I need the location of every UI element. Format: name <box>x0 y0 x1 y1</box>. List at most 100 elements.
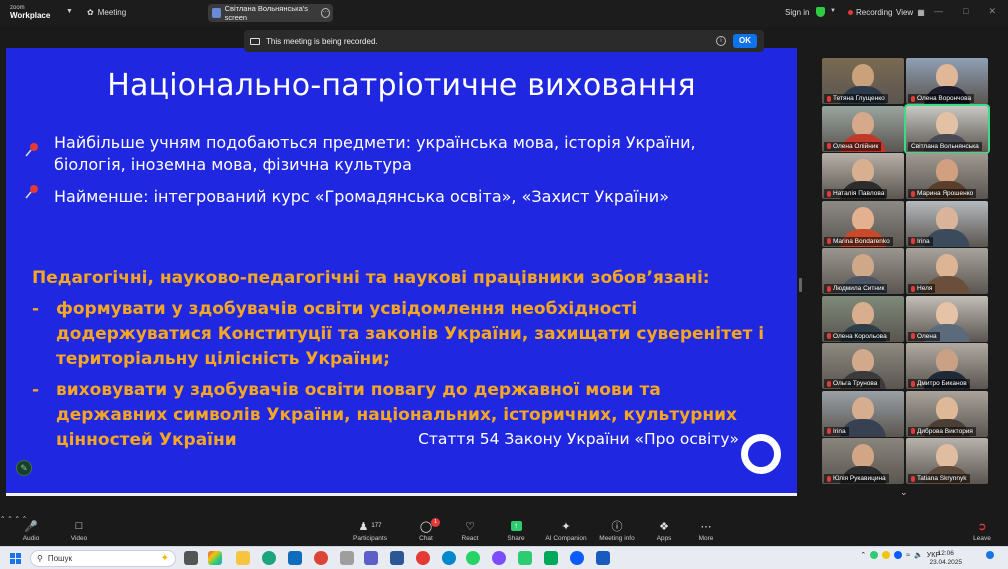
chevron-down-icon[interactable]: ⌄ <box>900 487 908 498</box>
windows-start-icon[interactable] <box>10 553 21 564</box>
ai-companion-button[interactable]: ✦ AI Companion <box>544 518 588 543</box>
pushpin-icon <box>25 143 38 157</box>
clock-date: 23.04.2025 <box>929 559 962 566</box>
panel-splitter-handle[interactable] <box>799 278 802 292</box>
chevron-up-icon[interactable]: ⌃ <box>860 551 866 559</box>
leave-label: Leave <box>973 535 991 542</box>
participant-tile[interactable]: Людмила Ситник <box>822 248 904 294</box>
participant-video <box>936 444 958 468</box>
participant-tile[interactable]: Олена Корольова <box>822 295 904 342</box>
participant-tile[interactable]: Олена Ворончова <box>906 58 988 104</box>
app-grid-icon[interactable] <box>390 551 404 565</box>
wifi-icon[interactable]: ≈ <box>906 552 910 559</box>
annotate-pencil-icon[interactable]: ✎ <box>16 460 32 476</box>
participants-button[interactable]: ♟ 177 Participants <box>350 518 390 543</box>
participant-tile[interactable]: Irina <box>906 200 988 247</box>
participant-tile[interactable]: Диброва Виктория <box>906 390 988 437</box>
participant-name-tag: Олена <box>908 331 940 341</box>
participant-video <box>852 254 874 278</box>
more-label: More <box>698 535 714 542</box>
slide-bottom-border <box>6 493 797 496</box>
audio-button[interactable]: 🎤 Audio <box>18 518 44 543</box>
participant-video <box>936 301 958 326</box>
chevron-down-icon[interactable]: ▼ <box>830 8 836 14</box>
minimize-icon[interactable]: — <box>934 6 943 17</box>
outlook-icon[interactable] <box>288 551 302 565</box>
edge-browser-icon[interactable] <box>262 551 276 565</box>
more-button[interactable]: ⋯ More <box>694 518 718 543</box>
window-controls: — □ ✕ <box>934 6 996 17</box>
participant-tile[interactable]: Олена <box>906 295 988 342</box>
green-app-icon[interactable] <box>518 551 532 565</box>
calendar-app-icon[interactable] <box>544 551 558 565</box>
participant-tile[interactable]: Irina <box>822 390 904 437</box>
sparkle-icon: ✦ <box>561 520 571 533</box>
participant-tile[interactable]: Ольга Трунова <box>822 343 904 389</box>
view-menu[interactable]: View ▦ <box>896 8 925 17</box>
task-view-icon[interactable] <box>184 551 198 565</box>
participant-video <box>936 111 958 136</box>
participant-video <box>852 349 874 373</box>
participant-tile[interactable]: Світлана Вольнянська <box>904 103 990 154</box>
react-button[interactable]: ♡ React <box>458 518 482 543</box>
chevron-down-icon[interactable]: ▼ <box>66 8 73 15</box>
close-icon[interactable]: ✕ <box>988 6 996 17</box>
tray-app-icon[interactable] <box>882 551 891 559</box>
participant-tile[interactable]: Дмитро Биканов <box>906 343 988 389</box>
participant-tile[interactable]: Marina Bondarenko <box>822 200 904 247</box>
telegram-icon[interactable] <box>442 551 456 565</box>
paint-icon[interactable] <box>340 551 354 565</box>
meeting-tab[interactable]: ✿ Meeting <box>87 8 126 17</box>
shared-screen-tab[interactable]: Світлана Вольнянська's screen ··· <box>208 4 333 22</box>
file-explorer-icon[interactable] <box>236 551 250 565</box>
participant-name: Tatiana Skrynnyk <box>917 475 967 482</box>
participant-name: Олена Корольова <box>833 332 887 340</box>
tray-app-icon[interactable] <box>870 551 879 559</box>
participant-name-tag: Диброва Виктория <box>908 426 976 436</box>
info-icon[interactable]: i <box>716 36 726 46</box>
shared-screen-label: Світлана Вольнянська's screen <box>224 4 308 22</box>
opera-icon[interactable] <box>416 551 430 565</box>
viber-icon[interactable] <box>492 551 506 565</box>
sign-in-link[interactable]: Sign in <box>785 8 809 17</box>
notification-icon[interactable] <box>986 551 994 559</box>
leave-door-icon: ➲ <box>977 520 987 533</box>
participant-tile[interactable]: Неля <box>906 248 988 294</box>
shield-icon[interactable] <box>816 7 825 17</box>
share-button[interactable]: ↑ Share <box>504 518 528 542</box>
meeting-info-button[interactable]: ⓘ Meeting info <box>598 518 636 542</box>
more-options-icon[interactable]: ··· <box>321 8 330 18</box>
participant-tile[interactable]: Юлія Рукавицина <box>822 438 904 484</box>
taskbar-search[interactable]: ⚲ Пошук ✦ <box>30 550 176 567</box>
participant-tile[interactable]: Марина Ярошенко <box>906 153 988 199</box>
mic-muted-icon: 🎤 <box>24 520 38 533</box>
participant-tile[interactable]: Tatiana Skrynnyk <box>906 438 988 484</box>
recording-indicator[interactable]: Recording <box>848 8 892 17</box>
zoom-workplace-logo[interactable]: zoom Workplace <box>10 4 50 20</box>
maximize-icon[interactable]: □ <box>963 6 968 17</box>
photos-app-icon[interactable] <box>208 551 222 565</box>
zoom-app-icon[interactable] <box>570 551 584 565</box>
system-tray: ⌃ ≈ 🔈 УКР <box>860 551 994 559</box>
whatsapp-icon[interactable] <box>466 551 480 565</box>
chevron-up-icon[interactable]: ⌃ <box>0 516 5 523</box>
tray-app-icon[interactable] <box>894 551 903 559</box>
chat-button[interactable]: ◯ 1 Chat <box>414 518 440 542</box>
leave-button[interactable]: ➲ Leave <box>970 518 994 543</box>
ok-button[interactable]: OK <box>733 34 757 48</box>
apps-button[interactable]: ❖ Apps <box>652 518 676 543</box>
audio-label: Audio <box>22 535 40 542</box>
participant-tile[interactable]: Наталія Павлова <box>822 153 904 199</box>
mic-muted-icon <box>911 475 915 482</box>
volume-icon[interactable]: 🔈 <box>914 551 923 559</box>
participant-tile[interactable]: Тетяна Глущенко <box>822 58 904 104</box>
participant-tile[interactable]: Олена Олійник <box>822 105 904 152</box>
chevron-up-icon[interactable]: ⌃ <box>7 516 12 523</box>
teams-icon[interactable] <box>364 551 378 565</box>
chrome-icon[interactable] <box>314 551 328 565</box>
participant-name: Неля <box>917 285 933 292</box>
word-icon[interactable] <box>596 551 610 565</box>
chat-badge: 1 <box>431 518 440 527</box>
system-clock[interactable]: 12:06 23.04.2025 <box>929 549 962 567</box>
video-button[interactable]: □ Video <box>66 518 92 542</box>
